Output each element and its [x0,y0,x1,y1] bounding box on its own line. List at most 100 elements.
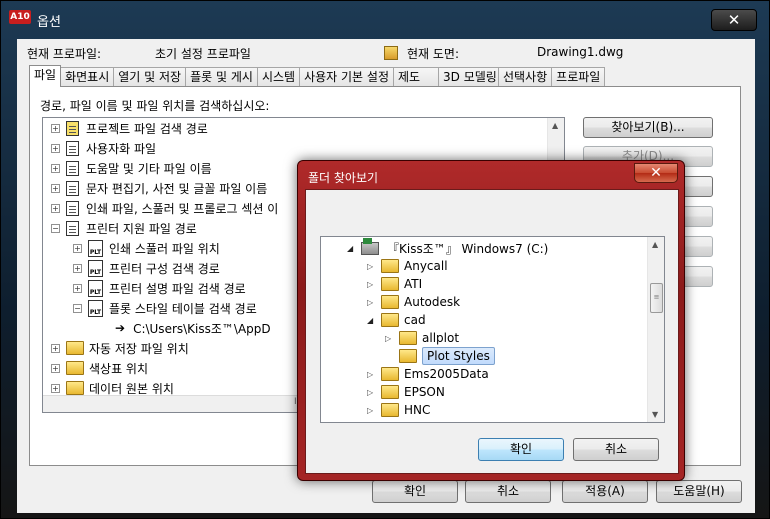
folder-item[interactable]: ▷ Ems2005Data [367,365,489,383]
tree-item-label: C:\Users\Kiss조™\AppD [133,321,271,336]
collapsed-triangle-icon[interactable]: ▷ [367,406,381,415]
browse-folder-dialog: 폴더 찾아보기 ✕ ◢ 『Kiss조™』 Windows7 (C:) ▷ Any… [297,160,685,481]
folder-item-selected[interactable]: Plot Styles [399,347,495,365]
folder-icon [381,367,399,381]
folder-item[interactable]: ◢ cad [367,311,426,329]
tree-item[interactable]: ➔ C:\Users\Kiss조™\AppD [115,318,271,338]
help-button[interactable]: 도움말(H) [656,480,742,503]
drive-item[interactable]: ◢ 『Kiss조™』 Windows7 (C:) [347,237,549,257]
scroll-up-icon[interactable]: ▲ [652,240,658,249]
tree-item[interactable]: + 도움말 및 기타 파일 이름 [51,158,212,178]
expanded-triangle-icon[interactable]: ◢ [347,244,361,253]
tab-drafting[interactable]: 제도 [393,67,439,87]
tab-3d-modeling[interactable]: 3D 모델링 [438,67,499,87]
tree-item-label: 도움말 및 기타 파일 이름 [86,161,212,176]
tree-item-label: 인쇄 스풀러 파일 위치 [109,241,220,256]
tab-system[interactable]: 시스템 [256,67,301,87]
search-instruction: 경로, 파일 이름 및 파일 위치를 검색하십시오: [40,99,270,113]
tab-plot-publish[interactable]: 플롯 및 게시 [185,67,258,87]
dialog-cancel-button[interactable]: 취소 [573,438,659,461]
tab-files[interactable]: 파일 [29,65,62,87]
tree-item[interactable]: + 색상표 위치 [51,358,148,378]
expand-icon[interactable]: + [51,203,60,213]
file-icon [66,200,79,216]
folder-tree-scrollbar[interactable]: ▲ ≡ ▼ [647,237,664,422]
tree-item[interactable]: + PLT 프린터 구성 검색 경로 [73,258,220,278]
folder-icon [66,361,84,375]
collapsed-triangle-icon[interactable]: ▷ [367,262,381,271]
browse-button[interactable]: 찾아보기(B)... [583,117,713,138]
folder-icon [66,381,84,395]
close-button[interactable]: ✕ [711,9,757,31]
current-profile-value: 초기 설정 프로파일 [155,47,251,61]
collapsed-triangle-icon[interactable]: ▷ [367,280,381,289]
folder-icon [381,313,399,327]
apply-button[interactable]: 적용(A) [562,480,648,503]
tree-item[interactable]: − 프린터 지원 파일 경로 [51,218,197,238]
tree-item[interactable]: + 사용자화 파일 [51,138,156,158]
tree-item-label: 자동 저장 파일 위치 [89,341,189,356]
collapsed-triangle-icon[interactable]: ▷ [385,334,399,343]
expand-icon[interactable]: + [51,163,60,173]
expand-icon[interactable]: + [51,343,60,353]
expand-icon[interactable]: + [51,363,60,373]
folder-item[interactable]: ▷ Autodesk [367,293,460,311]
arrow-icon: ➔ [115,321,126,335]
tree-item[interactable]: + 문자 편집기, 사전 및 글꼴 파일 이름 [51,178,267,198]
current-profile-label: 현재 프로파일: [27,47,102,61]
collapse-icon[interactable]: − [51,223,60,233]
expand-icon[interactable]: + [51,383,60,393]
expand-icon[interactable]: + [51,143,60,153]
tree-item[interactable]: + PLT 인쇄 스풀러 파일 위치 [73,238,220,258]
folder-item[interactable]: ▷ ATI [367,275,422,293]
file-icon [66,180,79,196]
cancel-button[interactable]: 취소 [465,480,551,503]
expanded-triangle-icon[interactable]: ◢ [367,316,381,325]
collapse-icon[interactable]: − [73,303,82,313]
tree-item[interactable]: + 프로젝트 파일 검색 경로 [51,118,208,138]
dialog-ok-button[interactable]: 확인 [478,438,564,461]
tab-profiles[interactable]: 프로파일 [551,67,606,87]
tab-selection[interactable]: 선택사항 [498,67,553,87]
tab-user-preferences[interactable]: 사용자 기본 설정 [299,67,394,87]
collapsed-triangle-icon[interactable]: ▷ [367,388,381,397]
collapsed-triangle-icon[interactable]: ▷ [367,370,381,379]
scroll-thumb[interactable]: ≡ [650,283,663,313]
folder-item[interactable]: ▷ Anycall [367,257,448,275]
expand-icon[interactable]: + [73,283,82,293]
app-icon: A10 [9,10,31,24]
folder-item[interactable]: ▷ EPSON [367,383,445,401]
collapsed-triangle-icon[interactable]: ▷ [367,298,381,307]
folder-item[interactable]: ▷ allplot [385,329,459,347]
folder-label: Autodesk [404,295,461,309]
expand-icon[interactable]: + [51,183,60,193]
tree-item-label: 프린터 지원 파일 경로 [86,221,197,236]
window-title: 옵션 [37,15,61,30]
tree-item[interactable]: + 자동 저장 파일 위치 [51,338,189,358]
folder-icon [399,331,417,345]
folder-item[interactable]: ▷ HNC [367,401,430,419]
file-icon [66,160,79,176]
folder-icon [381,403,399,417]
tree-item[interactable]: − PLT 플롯 스타일 테이블 검색 경로 [73,298,257,318]
tree-item[interactable]: + PLT 프린터 설명 파일 검색 경로 [73,278,246,298]
expand-icon[interactable]: + [73,243,82,253]
dialog-close-button[interactable]: ✕ [634,163,678,183]
drawing-icon [384,46,398,60]
expand-icon[interactable]: + [51,123,60,133]
printer-support-icon [66,220,79,236]
file-icon [66,140,79,156]
folder-tree[interactable]: ◢ 『Kiss조™』 Windows7 (C:) ▷ Anycall ▷ ATI… [320,236,665,423]
tree-item-label: 문자 편집기, 사전 및 글꼴 파일 이름 [86,181,268,196]
folder-label: HNC [404,403,431,417]
scroll-down-icon[interactable]: ▼ [652,410,658,419]
folder-label: Plot Styles [422,347,495,365]
expand-icon[interactable]: + [73,263,82,273]
folder-icon [381,277,399,291]
ok-button[interactable]: 확인 [372,480,458,503]
drive-label: 『Kiss조™』 Windows7 (C:) [387,241,549,256]
tab-open-save[interactable]: 열기 및 저장 [113,67,187,87]
tree-item[interactable]: + 인쇄 파일, 스풀러 및 프롤로그 섹션 이 [51,198,278,218]
tab-display[interactable]: 화면표시 [60,67,115,87]
scroll-up-icon[interactable]: ▲ [552,121,558,130]
